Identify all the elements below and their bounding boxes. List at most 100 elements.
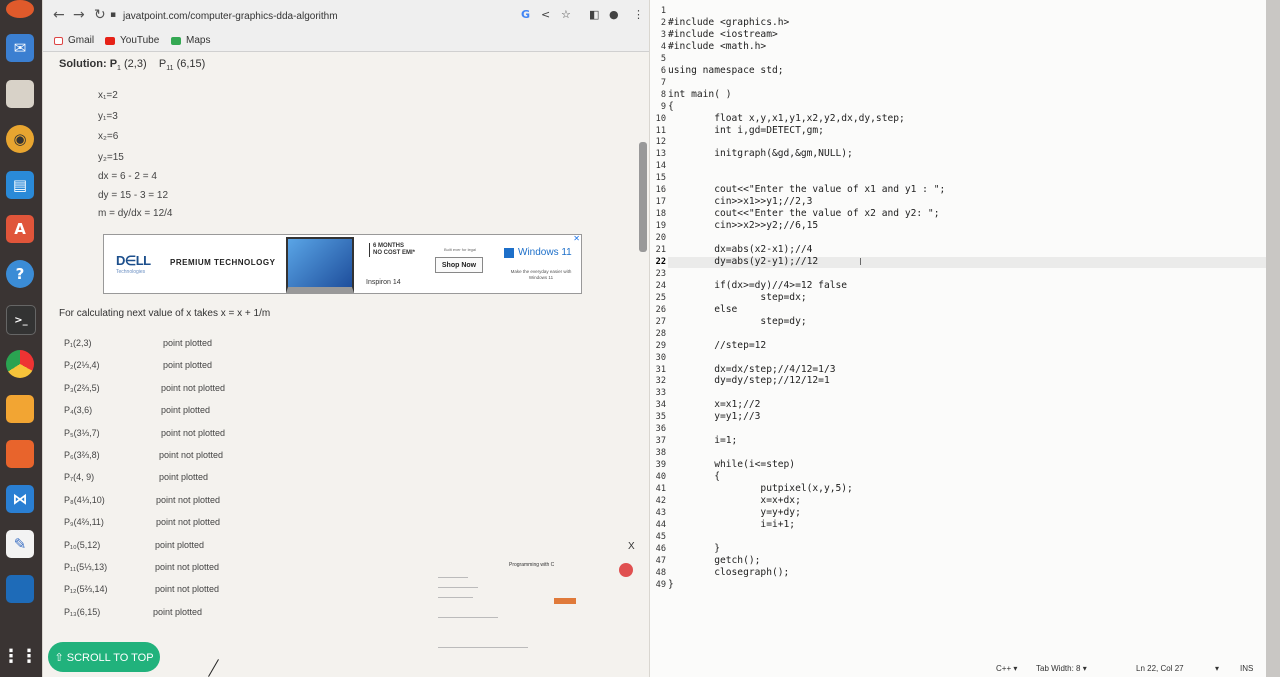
code-line[interactable]: cout<<"Enter the value of x1 and y1 : "; <box>668 184 945 195</box>
code-line[interactable]: cin>>x2>>y2;//6,15 <box>668 220 818 231</box>
scroll-to-top-button[interactable]: ⇧ SCROLL TO TOP <box>48 642 160 672</box>
terminal-icon[interactable]: >_ <box>6 305 36 335</box>
position-dropdown[interactable]: ▾ <box>1215 664 1219 673</box>
bookmark-star-icon[interactable]: ☆ <box>561 8 571 21</box>
files-icon[interactable] <box>6 80 34 108</box>
line-number: 28 <box>655 328 666 339</box>
sidepanel-icon[interactable]: ◧ <box>589 8 599 21</box>
code-line[interactable]: { <box>668 471 720 482</box>
code-line[interactable]: using namespace std; <box>668 65 784 76</box>
code-line[interactable]: putpixel(x,y,5); <box>668 483 852 494</box>
mini-ad-close-icon[interactable]: X <box>628 541 635 552</box>
cursor-position[interactable]: Ln 22, Col 27 <box>1136 664 1184 673</box>
cube-icon[interactable] <box>6 395 34 423</box>
line-number: 25 <box>655 292 666 303</box>
tab-width-selector[interactable]: Tab Width: 8 ▾ <box>1036 664 1087 673</box>
language-selector[interactable]: C++ ▾ <box>996 664 1017 673</box>
code-line[interactable]: x=x1;//2 <box>668 399 760 410</box>
code-line[interactable]: } <box>668 543 720 554</box>
rhythmbox-icon[interactable]: ◉ <box>6 125 34 153</box>
point-label: P₉(4⅔,11) <box>64 517 104 528</box>
code-line[interactable]: #include <math.h> <box>668 41 766 52</box>
code-editor: 1 2 3 4 5 6 7 8 9 10 11 12 13 14 15 16 17 18 19 20 21 22 23 24 2… <box>650 0 1266 677</box>
bookmark-youtube[interactable]: YouTube <box>105 35 159 46</box>
grid-icon[interactable]: ⋮⋮ <box>2 642 38 670</box>
code-line[interactable]: #include <graphics.h> <box>668 17 789 28</box>
chrome-icon[interactable] <box>6 350 34 378</box>
code-line[interactable]: initgraph(&gd,&gm,NULL); <box>668 148 853 159</box>
url-field[interactable]: javatpoint.com/computer-graphics-dda-alg… <box>123 11 338 22</box>
back-icon[interactable]: ← <box>53 7 65 23</box>
code-line[interactable]: if(dx>=dy)//4>=12 false <box>668 280 847 291</box>
line-number: 2 <box>660 17 666 28</box>
line-number: 1 <box>660 6 666 16</box>
code-line[interactable]: cout<<"Enter the value of x2 and y2: "; <box>668 208 939 219</box>
line-number: 43 <box>655 507 666 518</box>
scrollbar-thumb[interactable] <box>639 142 647 252</box>
dell-advertisement[interactable]: D∈LL Technologies PREMIUM TECHNOLOGY 6 MO… <box>103 234 582 294</box>
solution-p1-sub: 1 <box>117 65 121 73</box>
code-line[interactable]: { <box>668 101 674 112</box>
point-status: point plotted <box>159 472 209 483</box>
ad-model: Inspiron 14 <box>366 279 401 286</box>
forward-icon[interactable]: → <box>73 7 85 23</box>
code-line[interactable]: while(i<=step) <box>668 459 795 470</box>
bookmark-maps[interactable]: Maps <box>171 35 210 46</box>
point-label: P₇(4, 9) <box>64 472 95 483</box>
reload-icon[interactable]: ↻ <box>94 7 106 23</box>
scrollbar[interactable] <box>639 2 647 622</box>
site-info-icon[interactable]: ▪ <box>110 10 116 20</box>
line-number: 24 <box>655 280 666 291</box>
firefox-icon[interactable] <box>6 0 34 18</box>
ubuntu-icon[interactable] <box>6 440 34 468</box>
vscode-icon[interactable]: ⋈ <box>6 485 34 513</box>
code-line[interactable]: int i,gd=DETECT,gm; <box>668 125 824 136</box>
code-line[interactable]: int main( ) <box>668 89 732 100</box>
code-line[interactable]: i=i+1; <box>668 519 795 530</box>
code-line[interactable]: y=y+dy; <box>668 507 800 518</box>
ad-close-icon[interactable]: ✕ <box>573 234 580 243</box>
code-line[interactable]: cin>>x1>>y1;//2,3 <box>668 196 812 207</box>
help-icon[interactable]: ? <box>6 260 34 288</box>
bookmark-maps-label: Maps <box>186 35 211 46</box>
code-line[interactable]: i=1; <box>668 435 737 446</box>
code-line[interactable]: getch(); <box>668 555 760 566</box>
code-area[interactable]: #include <graphics.h> #include <iostream>… <box>668 0 1266 660</box>
line-number: 23 <box>655 268 666 279</box>
code-line[interactable]: #include <iostream> <box>668 29 778 40</box>
code-line[interactable]: dx=dx/step;//4/12=1/3 <box>668 364 835 375</box>
code-line[interactable]: y=y1;//3 <box>668 411 760 422</box>
code-line[interactable]: //step=12 <box>668 340 766 351</box>
mini-advertisement[interactable]: Programming with C X <box>423 541 635 677</box>
line-number: 10 <box>655 113 666 124</box>
desktop-edge <box>1266 0 1280 677</box>
dock: ✉ ◉ ▤ A ? >_ ⋈ ✎ ⋮⋮ <box>0 0 42 677</box>
code-line[interactable]: closegraph(); <box>668 567 789 578</box>
text-editor-icon[interactable]: ✎ <box>6 530 34 558</box>
ad-months: 6 MONTHS NO COST EMI* <box>369 243 415 257</box>
share-icon[interactable]: < <box>541 8 550 21</box>
point-label: P₅(3⅓,7) <box>64 427 100 438</box>
profile-icon[interactable]: ● <box>609 8 619 21</box>
google-lens-icon[interactable]: G <box>521 8 530 21</box>
code-line[interactable]: x=x+dx; <box>668 495 800 506</box>
writer-icon[interactable]: ▤ <box>6 171 34 199</box>
code-line[interactable]: dy=dy/step;//12/12=1 <box>668 375 830 386</box>
software-icon[interactable]: A <box>6 215 34 243</box>
bookmark-youtube-label: YouTube <box>120 35 160 46</box>
point-status: point not plotted <box>155 562 220 572</box>
code-line[interactable]: dx=abs(x2-x1);//4 <box>668 244 812 255</box>
bookmark-gmail[interactable]: Gmail <box>54 35 94 46</box>
code-line[interactable]: step=dy; <box>668 316 806 327</box>
code-line[interactable]: } <box>668 579 674 590</box>
app-icon[interactable]: ✉ <box>6 34 34 62</box>
code-line[interactable]: step=dx; <box>668 292 806 303</box>
point-status: point not plotted <box>159 450 224 460</box>
ad-emi-text: NO COST EMI* <box>373 250 416 256</box>
site-icon[interactable] <box>6 575 34 603</box>
code-line[interactable]: float x,y,x1,y1,x2,y2,dx,dy,step; <box>668 113 905 124</box>
code-line[interactable]: else <box>668 304 737 315</box>
shop-now-button[interactable]: Shop Now <box>435 257 483 273</box>
code-line[interactable]: dy=abs(y2-y1);//12 <box>668 256 818 267</box>
mini-ad-title: Programming with C <box>509 562 555 568</box>
